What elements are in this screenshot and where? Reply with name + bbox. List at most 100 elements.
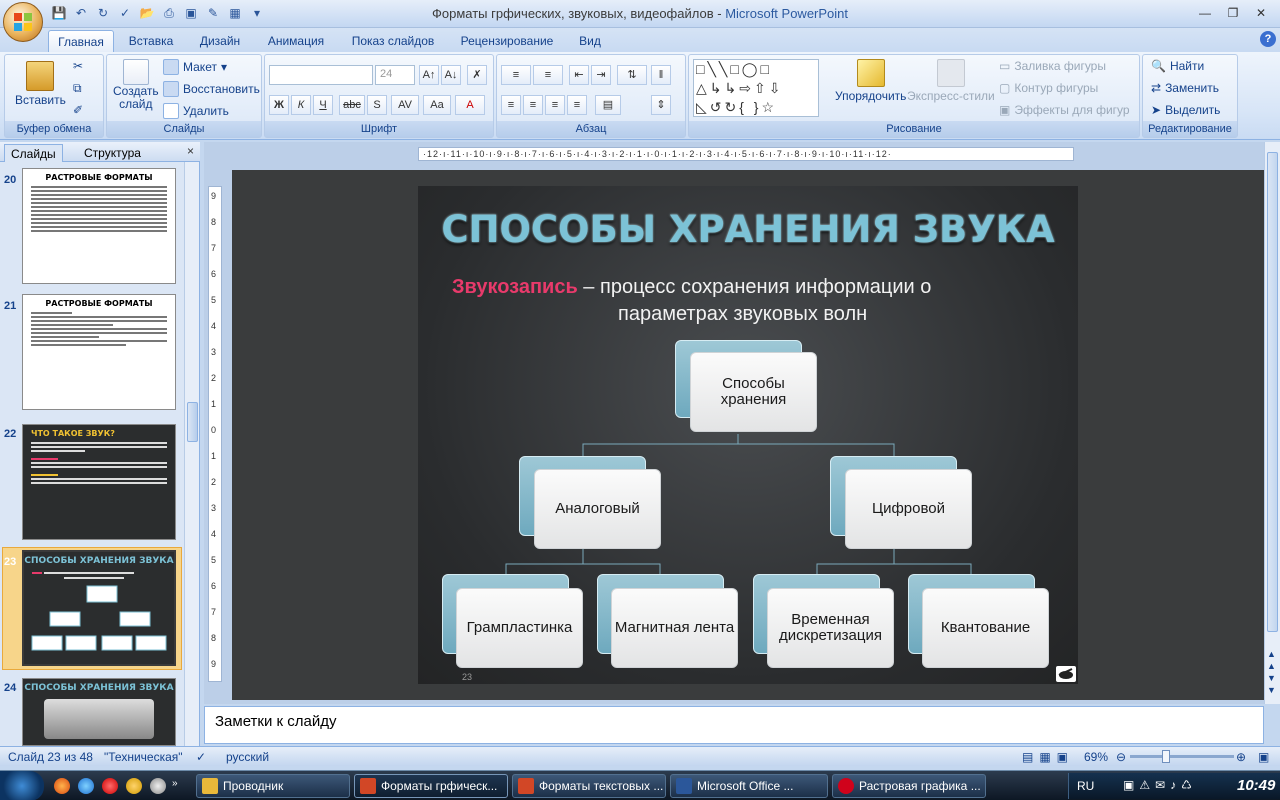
cut-icon[interactable]: ✂ xyxy=(73,59,83,73)
shapes-gallery[interactable]: □╲╲□◯□ △↳↳⇨⇧⇩ ◺↺↻{ }☆ xyxy=(693,59,819,117)
zoom-slider-thumb[interactable] xyxy=(1162,750,1170,763)
tab-view[interactable]: Вид xyxy=(570,30,610,52)
align-center-button[interactable]: ≡ xyxy=(523,95,543,115)
node-quant[interactable]: Квантование xyxy=(922,588,1049,668)
tab-outline-panel[interactable]: Структура xyxy=(78,144,147,162)
opera-quicklaunch-icon[interactable] xyxy=(102,778,118,794)
increase-indent-button[interactable]: ⇥ xyxy=(591,65,611,85)
tab-slideshow[interactable]: Показ слайдов xyxy=(344,30,442,52)
new-slide-button[interactable]: Создать слайд xyxy=(113,59,159,111)
shape-effects-button[interactable]: ▣ Эффекты для фигур xyxy=(999,103,1130,117)
select-button[interactable]: ➤ Выделить xyxy=(1151,103,1220,117)
slide-thumbnail[interactable]: СПОСОБЫ ХРАНЕНИЯ ЗВУКА xyxy=(22,678,176,746)
shape-fill-button[interactable]: ▭ Заливка фигуры xyxy=(999,59,1106,73)
language-label[interactable]: русский xyxy=(226,749,269,765)
node-analog[interactable]: Аналоговый xyxy=(534,469,661,549)
fit-window-icon[interactable]: ▣ xyxy=(1258,749,1269,765)
node-digital[interactable]: Цифровой xyxy=(845,469,972,549)
taskbar-item-office[interactable]: Microsoft Office ... xyxy=(670,774,828,798)
format-painter-icon[interactable]: ✐ xyxy=(73,103,83,117)
spellcheck-icon[interactable]: ✓ xyxy=(196,749,206,765)
strike-button[interactable]: abc xyxy=(339,95,365,115)
close-icon[interactable]: ✕ xyxy=(1248,4,1274,22)
underline-button[interactable]: Ч xyxy=(313,95,333,115)
ie-quicklaunch-icon[interactable] xyxy=(78,778,94,794)
zoom-out-icon[interactable]: ⊖ xyxy=(1116,749,1126,765)
slide-nav-arrows[interactable]: ▲ ▲ ▼ ▼ xyxy=(1267,648,1276,696)
font-color-button[interactable]: A xyxy=(455,95,485,115)
start-button[interactable] xyxy=(0,771,44,800)
view-buttons[interactable]: ▤▦▣ xyxy=(1022,749,1074,765)
taskbar-item-powerpoint[interactable]: Форматы грфическ... xyxy=(354,774,508,798)
panel-close-icon[interactable]: × xyxy=(187,144,194,158)
taskbar-item-opera[interactable]: Растровая графика ... xyxy=(832,774,986,798)
slide-canvas[interactable]: СПОСОБЫ ХРАНЕНИЯ ЗВУКА Звукозапись – про… xyxy=(418,186,1078,684)
minimize-icon[interactable]: — xyxy=(1192,4,1218,22)
panel-scrollbar[interactable] xyxy=(184,162,199,746)
tab-design[interactable]: Дизайн xyxy=(190,30,250,52)
italic-button[interactable]: К xyxy=(291,95,311,115)
zoom-level[interactable]: 69% xyxy=(1084,749,1108,765)
node-sampling[interactable]: Временная дискретизация xyxy=(767,588,894,668)
layout-button[interactable]: Макет ▾ xyxy=(163,59,227,75)
tray-icons[interactable]: ▣⚠✉♪♺ xyxy=(1123,778,1197,792)
vertical-ruler[interactable]: 9 8 7 6 5 4 3 2 1 0 1 2 3 4 5 6 7 8 9 xyxy=(208,186,222,682)
bullets-button[interactable]: ≡ xyxy=(501,65,531,85)
slide-thumbnail[interactable]: РАСТРОВЫЕ ФОРМАТЫ xyxy=(22,294,176,410)
media-quicklaunch-icon[interactable] xyxy=(150,778,166,794)
theme-name[interactable]: "Техническая" xyxy=(104,749,183,765)
tab-insert[interactable]: Вставка xyxy=(118,30,184,52)
tab-slides-panel[interactable]: Слайды xyxy=(4,144,63,162)
slide-thumbnail[interactable]: РАСТРОВЫЕ ФОРМАТЫ xyxy=(22,168,176,284)
line-spacing-button[interactable]: ⇅ xyxy=(617,65,647,85)
clock[interactable]: 10:49 xyxy=(1237,777,1275,794)
bold-button[interactable]: Ж xyxy=(269,95,289,115)
node-record[interactable]: Грампластинка xyxy=(456,588,583,668)
editor-scroll-thumb[interactable] xyxy=(1267,152,1278,632)
arrange-button[interactable]: Упорядочить xyxy=(835,59,906,103)
notes-pane[interactable]: Заметки к слайду xyxy=(204,706,1264,744)
text-direction-button[interactable]: ⇕ xyxy=(651,95,671,115)
folder-quicklaunch-icon[interactable] xyxy=(126,778,142,794)
language-indicator[interactable]: RU xyxy=(1077,779,1094,793)
spacing-button[interactable]: AV xyxy=(391,95,419,115)
shadow-button[interactable]: S xyxy=(367,95,387,115)
numbering-button[interactable]: ≡ xyxy=(533,65,563,85)
slide-thumbnail-selected[interactable]: СПОСОБЫ ХРАНЕНИЯ ЗВУКА xyxy=(22,550,176,666)
browser-quicklaunch-icon[interactable] xyxy=(54,778,70,794)
restore-icon[interactable]: ❐ xyxy=(1220,4,1246,22)
zoom-in-icon[interactable]: ⊕ xyxy=(1236,749,1246,765)
decrease-indent-button[interactable]: ⇤ xyxy=(569,65,589,85)
editor-scrollbar[interactable]: ▲ ▲ ▼ ▼ xyxy=(1264,142,1280,704)
slide-thumbnail[interactable]: ЧТО ТАКОЕ ЗВУК? xyxy=(22,424,176,540)
horizontal-ruler[interactable]: ·12·ı·11·ı·10·ı·9·ı·8·ı·7·ı·6·ı·5·ı·4·ı·… xyxy=(418,147,1074,161)
delete-slide-button[interactable]: Удалить xyxy=(163,103,229,119)
find-button[interactable]: 🔍 Найти xyxy=(1151,59,1204,73)
paste-button[interactable]: Вставить xyxy=(15,61,66,107)
sound-icon[interactable] xyxy=(1056,666,1076,682)
case-button[interactable]: Aa xyxy=(423,95,451,115)
font-size-combo[interactable]: 24 xyxy=(375,65,415,85)
shape-outline-button[interactable]: ▢ Контур фигуры xyxy=(999,81,1098,95)
font-name-combo[interactable] xyxy=(269,65,373,85)
columns-button[interactable]: ‖ xyxy=(651,65,671,85)
taskbar-item-explorer[interactable]: Проводник xyxy=(196,774,350,798)
align-left-button[interactable]: ≡ xyxy=(501,95,521,115)
tab-home[interactable]: Главная xyxy=(48,30,114,52)
quick-styles-button[interactable]: Экспресс-стили xyxy=(907,59,995,103)
tab-review[interactable]: Рецензирование xyxy=(452,30,562,52)
tab-animation[interactable]: Анимация xyxy=(256,30,336,52)
shrink-font-button[interactable]: A↓ xyxy=(441,65,461,85)
help-icon[interactable]: ? xyxy=(1260,31,1276,47)
replace-button[interactable]: ⇄ Заменить xyxy=(1151,81,1219,95)
clear-format-button[interactable]: ✗ xyxy=(467,65,487,85)
columns2-button[interactable]: ▤ xyxy=(595,95,621,115)
zoom-slider[interactable] xyxy=(1130,755,1234,758)
justify-button[interactable]: ≡ xyxy=(567,95,587,115)
copy-icon[interactable]: ⧉ xyxy=(73,81,82,96)
office-button[interactable] xyxy=(3,2,43,42)
grow-font-button[interactable]: A↑ xyxy=(419,65,439,85)
panel-scroll-thumb[interactable] xyxy=(187,402,198,442)
reset-button[interactable]: Восстановить xyxy=(163,81,260,97)
node-root[interactable]: Способы хранения xyxy=(690,352,817,432)
